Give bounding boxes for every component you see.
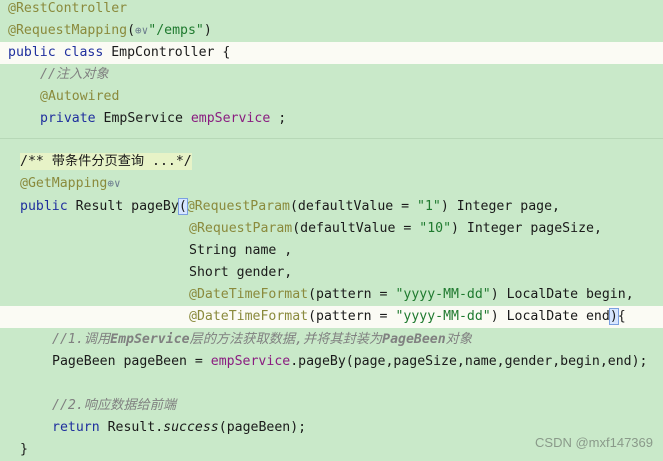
statement-text: .pageBy(page,pageSize,name,gender,begin,…: [290, 354, 648, 369]
keyword-return: return: [52, 420, 100, 435]
param-text: (defaultValue =: [292, 221, 420, 236]
annotation-requestparam: @RequestParam: [186, 199, 290, 214]
keyword-public: public: [20, 199, 68, 214]
annotation-datetimeformat: @DateTimeFormat: [189, 309, 309, 324]
code-line-5: @Autowired: [0, 86, 663, 108]
matched-paren-close: ): [608, 308, 619, 325]
param-text: ) Integer pageSize,: [451, 221, 602, 236]
param-text: ) Integer page,: [440, 199, 560, 214]
param-text: (pattern =: [308, 309, 396, 324]
param-text: ) LocalDate end: [490, 309, 610, 324]
statement-text: PageBeen pageBeen =: [52, 354, 211, 369]
paren: (: [127, 23, 136, 38]
code-editor[interactable]: @RestController @RequestMapping(⊕∨"/emps…: [0, 0, 663, 457]
statement-text: (pageBeen);: [218, 420, 307, 435]
code-line-9: @GetMapping⊕∨: [0, 173, 663, 195]
string-literal: "10": [419, 221, 452, 236]
method-name: pageBy: [131, 199, 179, 214]
field-end: ;: [270, 111, 287, 126]
field-name: empService: [190, 111, 271, 126]
class-declaration: EmpController {: [103, 45, 231, 60]
annotation-requestparam: @RequestParam: [189, 221, 293, 236]
code-line-12: String name ,: [0, 240, 663, 262]
code-line-6: private EmpService empService ;: [0, 108, 663, 130]
annotation-requestmapping: @RequestMapping: [8, 23, 128, 38]
comment-step1-mid: 层的方法获取数据,并将其封装为: [189, 332, 383, 347]
keyword-public: public: [8, 45, 56, 60]
field-type: EmpService: [95, 111, 191, 126]
keyword-private: private: [40, 111, 96, 126]
code-line-16: //1.调用EmpService层的方法获取数据,并将其封装为PageBeen对…: [0, 329, 663, 351]
param-text: (defaultValue =: [289, 199, 418, 214]
code-line-11: @RequestParam(defaultValue = "10") Integ…: [0, 218, 663, 240]
code-line-10: public Result pageBy(@RequestParam(defau…: [0, 196, 663, 218]
statement-text: Result.: [99, 420, 164, 435]
open-brace: {: [617, 309, 626, 324]
method-separator: [0, 138, 663, 139]
string-literal: "yyyy-MM-dd": [395, 287, 491, 302]
code-line-13: Short gender,: [0, 262, 663, 284]
code-line-17: PageBeen pageBeen = empService.pageBy(pa…: [0, 351, 663, 373]
paren: ): [203, 23, 212, 38]
param-text: Short gender,: [189, 265, 293, 280]
matched-paren-open: (: [177, 198, 188, 215]
param-text: String name ,: [189, 243, 293, 258]
code-line-14: @DateTimeFormat(pattern = "yyyy-MM-dd") …: [0, 284, 663, 306]
request-path: "/emps": [148, 23, 204, 38]
field-ref: empService: [210, 354, 291, 369]
annotation-restcontroller: @RestController: [8, 1, 128, 16]
annotation-datetimeformat: @DateTimeFormat: [189, 287, 309, 302]
doc-comment: /** 带条件分页查询 ...*/: [20, 153, 192, 170]
code-line-8: /** 带条件分页查询 ...*/: [0, 151, 663, 173]
string-literal: "yyyy-MM-dd": [395, 309, 491, 324]
code-line-3-current: public class EmpController {: [0, 42, 663, 64]
code-line-1: @RestController: [0, 0, 663, 20]
comment-step1-end: 对象: [445, 332, 473, 347]
method-return-type: Result: [67, 199, 132, 214]
keyword-class: class: [63, 45, 104, 60]
comment-step1-class2: PageBeen: [382, 332, 446, 347]
string-literal: "1": [417, 199, 441, 214]
code-line-2: @RequestMapping(⊕∨"/emps"): [0, 20, 663, 42]
web-endpoint-icon[interactable]: ⊕∨: [135, 20, 148, 42]
comment-step2: //2.响应数据给前端: [52, 398, 177, 413]
code-line-15-current: @DateTimeFormat(pattern = "yyyy-MM-dd") …: [0, 306, 663, 328]
annotation-getmapping: @GetMapping: [20, 176, 108, 191]
watermark: CSDN @mxf147369: [535, 435, 653, 450]
comment-step1: //1.调用: [52, 332, 111, 347]
annotation-autowired: @Autowired: [40, 89, 120, 104]
code-line-4: //注入对象: [0, 64, 663, 86]
method-call-success: success: [163, 420, 219, 435]
code-line-19: //2.响应数据给前端: [0, 395, 663, 417]
comment-inject: //注入对象: [40, 67, 109, 82]
param-text: ) LocalDate begin,: [490, 287, 634, 302]
param-text: (pattern =: [308, 287, 396, 302]
web-endpoint-icon[interactable]: ⊕∨: [107, 173, 120, 195]
closing-brace: }: [20, 442, 28, 457]
comment-step1-class: EmpService: [110, 332, 190, 347]
